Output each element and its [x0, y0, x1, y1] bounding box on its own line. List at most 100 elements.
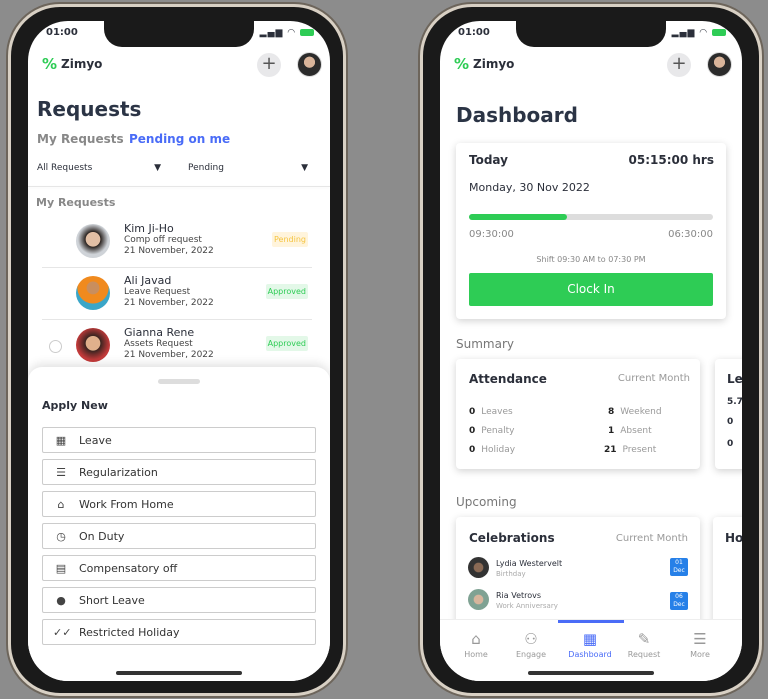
- nav-more[interactable]: ☰ More: [672, 630, 728, 659]
- nav-label: Request: [627, 650, 661, 659]
- option-work-from-home[interactable]: ⌂ Work From Home: [42, 491, 316, 517]
- filter-value: All Requests: [37, 163, 93, 173]
- celebration-event: Work Anniversary: [496, 602, 558, 610]
- profile-avatar[interactable]: [707, 52, 732, 77]
- brand-logo: % Zimyo: [454, 55, 514, 73]
- celebration-name: Ria Vetrovs: [496, 591, 542, 600]
- request-row[interactable]: Kim Ji-Ho Comp off request 21 November, …: [42, 216, 312, 268]
- bottom-nav: ⌂ Home ⚇ Engage ▦ Dashboard ✎ Request ☰ More: [440, 619, 742, 681]
- option-compensatory-off[interactable]: ▤ Compensatory off: [42, 555, 316, 581]
- option-label: Leave: [79, 433, 112, 447]
- brand-logo: % Zimyo: [42, 55, 102, 73]
- menu-icon: ☰: [693, 630, 707, 648]
- avatar: [76, 328, 110, 362]
- home-indicator: [528, 671, 654, 675]
- nav-home[interactable]: ⌂ Home: [448, 630, 504, 659]
- request-row[interactable]: Ali Javad Leave Request 21 November, 202…: [42, 268, 312, 320]
- day: 06: [675, 593, 683, 600]
- tab-my-requests[interactable]: My Requests: [37, 132, 124, 146]
- page-title: Requests: [37, 97, 142, 121]
- stat-value: 1: [608, 426, 615, 436]
- divider: [28, 186, 330, 187]
- option-restricted-holiday[interactable]: ✓✓ Restricted Holiday: [42, 619, 316, 645]
- stat-label: Leaves: [481, 407, 513, 417]
- celebrations-period: Current Month: [615, 533, 688, 544]
- status-icons: ▂▄▆ ◠: [260, 28, 314, 38]
- grid-icon: ▦: [582, 630, 598, 648]
- avatar: [468, 589, 489, 610]
- drag-handle[interactable]: [158, 379, 200, 384]
- shift-end: 06:30:00: [668, 229, 713, 240]
- filter-status[interactable]: Pending ▼: [188, 163, 308, 173]
- upcoming-label: Upcoming: [456, 495, 517, 509]
- nav-dashboard[interactable]: ▦ Dashboard: [562, 630, 618, 659]
- progress-fill: [469, 214, 567, 220]
- list-icon: ☰: [56, 465, 66, 479]
- notch: [104, 21, 254, 47]
- nav-label: Dashboard: [568, 650, 612, 659]
- option-short-leave[interactable]: ● Short Leave: [42, 587, 316, 613]
- status-badge: Pending: [272, 232, 308, 247]
- home-indicator: [116, 671, 242, 675]
- stat-label: Holiday: [481, 445, 516, 455]
- tab-pending-on-me[interactable]: Pending on me: [129, 132, 230, 146]
- option-leave[interactable]: ▦ Leave: [42, 427, 316, 453]
- brand-name: Zimyo: [61, 57, 103, 71]
- nav-label: Home: [464, 650, 488, 659]
- option-regularization[interactable]: ☰ Regularization: [42, 459, 316, 485]
- battery-icon: [712, 29, 726, 36]
- option-on-duty[interactable]: ◷ On Duty: [42, 523, 316, 549]
- request-type: Leave Request: [124, 287, 191, 297]
- date-badge: 06 Dec: [670, 592, 688, 610]
- stat-value: 0: [469, 426, 476, 436]
- users-icon: ⚇: [524, 630, 538, 648]
- request-date: 21 November, 2022: [124, 298, 214, 308]
- attendance-card[interactable]: Attendance Current Month 0 Leaves 0 Penalt…: [456, 359, 700, 469]
- add-button[interactable]: +: [257, 53, 281, 77]
- avatar: [76, 276, 110, 310]
- status-badge: Approved: [265, 336, 308, 351]
- avatar: [76, 224, 110, 258]
- shift-progress-bar: [469, 214, 713, 220]
- attendance-title: Attendance: [469, 372, 547, 386]
- request-type: Assets Request: [124, 339, 193, 349]
- leave-card[interactable]: Le 5.7 0 0: [715, 359, 742, 469]
- nav-request[interactable]: ✎ Request: [616, 630, 672, 659]
- home-icon: ⌂: [471, 630, 481, 648]
- section-title: My Requests: [36, 196, 116, 209]
- stat-label: Penalty: [481, 426, 515, 436]
- request-date: 21 November, 2022: [124, 350, 214, 360]
- option-label: Restricted Holiday: [79, 625, 180, 639]
- today-label: Today: [469, 153, 508, 167]
- profile-avatar[interactable]: [297, 52, 322, 77]
- celebration-event: Birthday: [496, 570, 526, 578]
- filter-all-requests[interactable]: All Requests ▼: [37, 163, 161, 173]
- request-name: Ali Javad: [124, 274, 172, 287]
- select-radio[interactable]: [49, 340, 62, 353]
- clock-in-button[interactable]: Clock In: [469, 273, 713, 306]
- avatar: [468, 557, 489, 578]
- month: Dec: [673, 601, 685, 608]
- active-indicator: [558, 620, 624, 623]
- stat-value: 0: [469, 445, 476, 455]
- zimyo-logo-icon: %: [454, 55, 470, 73]
- add-button[interactable]: +: [667, 53, 691, 77]
- status-badge: Approved: [265, 284, 308, 299]
- status-time: 01:00: [458, 27, 490, 38]
- stat-value: 0: [469, 407, 476, 417]
- nav-engage[interactable]: ⚇ Engage: [503, 630, 559, 659]
- double-check-icon: ✓✓: [53, 625, 72, 639]
- option-label: Compensatory off: [79, 561, 178, 575]
- sheet-title: Apply New: [42, 399, 108, 412]
- home-icon: ⌂: [57, 497, 65, 511]
- calendar-icon: ▦: [55, 433, 67, 447]
- apply-new-sheet: Apply New ▦ Leave ☰ Regularization ⌂ Work F…: [28, 367, 330, 681]
- holidays-title: Ho: [725, 531, 742, 545]
- option-label: On Duty: [79, 529, 125, 543]
- month: Dec: [673, 567, 685, 574]
- summary-label: Summary: [456, 337, 514, 351]
- attendance-period: Current Month: [617, 373, 690, 384]
- notch: [516, 21, 666, 47]
- nav-label: Engage: [515, 650, 547, 659]
- request-row[interactable]: Gianna Rene Assets Request 21 November, …: [42, 320, 312, 372]
